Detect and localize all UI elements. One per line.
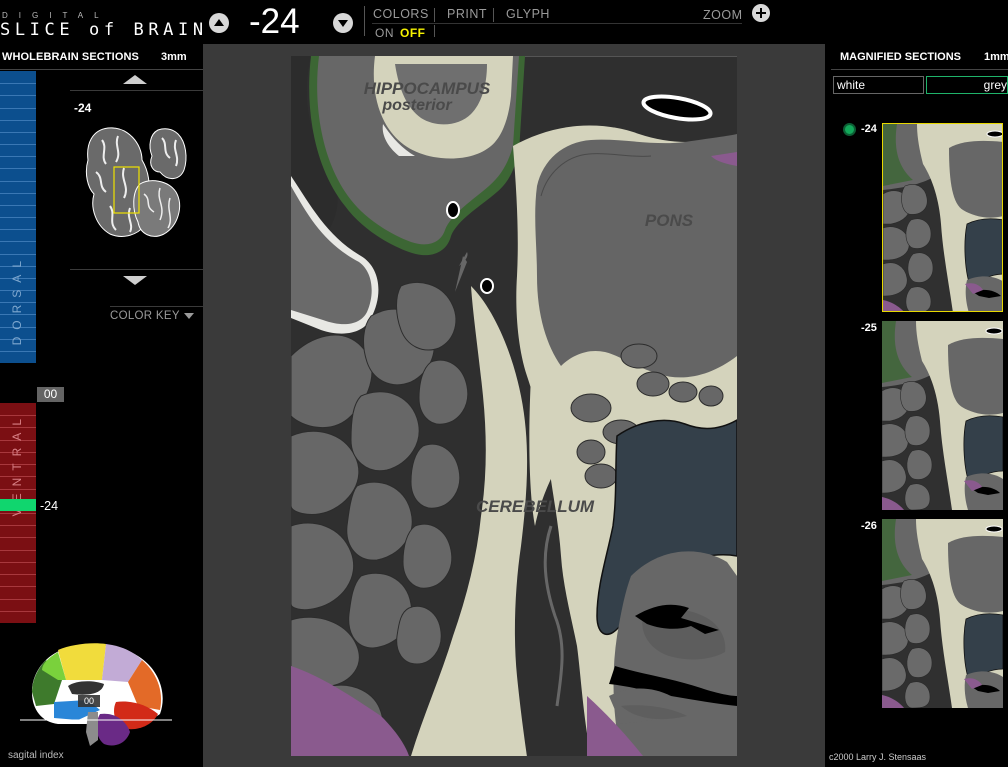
wholebrain-title: WHOLEBRAIN SECTIONS [2,51,139,63]
cerebellum-label: CEREBELLUM [476,497,595,516]
scale-tick [0,241,36,242]
scale-tick [0,525,36,526]
scale-tick [0,537,36,538]
section-number: -24 [249,2,300,41]
wholebrain-panel: WHOLEBRAIN SECTIONS 3mm -24 COLOR KEY DO… [0,44,203,767]
print-button[interactable]: PRINT [447,7,487,21]
magnified-section-number: -24 [861,123,877,135]
scale-tick [0,193,36,194]
plus-icon [756,8,766,18]
cerebellar-folium [396,605,442,665]
magnified-section-number: -26 [861,520,877,532]
chevron-down-icon [338,20,348,27]
next-section-button[interactable] [333,13,353,33]
magnified-thickness: 1mm [984,51,1008,63]
wholebrain-thickness: 3mm [161,51,187,63]
brain-section-image[interactable]: HIPPOCAMPUS posterior PONS CEREBELLUM [291,56,737,756]
scale-tick [0,562,36,563]
scale-tick [0,108,36,109]
current-section-indicator[interactable] [0,499,36,511]
scale-tick [0,83,36,84]
scale-tick [0,156,36,157]
scale-tick [0,229,36,230]
scale-tick [0,132,36,133]
wholebrain-up-arrow[interactable] [123,75,147,84]
color-key-dropdown[interactable]: COLOR KEY [110,310,194,322]
brand-title: SLICE of BRAIN [0,20,208,40]
separator [364,6,365,36]
scale-tick [0,351,36,352]
copyright: c2000 Larry J. Stensaas [829,752,927,762]
divider [70,269,203,270]
grey-matter-button[interactable]: grey [926,76,1008,94]
scale-tick [0,550,36,551]
magnified-section-thumbnail[interactable] [882,321,1003,510]
colors-on-toggle[interactable]: ON [375,26,394,40]
magnified-section-number: -25 [861,322,877,334]
caret-down-icon [183,312,194,319]
wholebrain-section-thumbnail[interactable] [80,122,192,240]
white-matter-button[interactable]: white [833,76,924,94]
hippocampus-label: HIPPOCAMPUS [364,79,491,98]
sagittal-caption: sagital index [8,750,64,761]
divider [831,69,1008,70]
dorsal-label: DORSAL [10,254,24,346]
scale-tick [0,144,36,145]
color-key-label: COLOR KEY [110,310,180,322]
scale-tick [0,586,36,587]
current-section-label: -24 [40,499,59,513]
magnified-section-thumbnail[interactable] [882,519,1003,708]
magnified-title: MAGNIFIED SECTIONS [840,51,962,63]
previous-section-button[interactable] [209,13,229,33]
magnified-section-thumbnail[interactable] [882,123,1003,312]
scale-tick [0,574,36,575]
hippocampus-sub-label: posterior [381,97,452,114]
wholebrain-down-arrow[interactable] [123,276,147,285]
zoom-button[interactable] [752,4,770,22]
scale-tick [0,205,36,206]
chevron-up-icon [214,19,224,26]
divider [0,69,203,70]
pons-label: PONS [645,211,694,230]
wholebrain-thumb-number: -24 [74,101,92,115]
scale-tick [0,95,36,96]
toolbar-divider [372,23,742,24]
separator [434,25,435,37]
magnified-section-image [882,519,1003,708]
zoom-label: ZOOM [703,8,743,22]
magnified-panel: MAGNIFIED SECTIONS 1mm white grey -24 -2… [825,44,1008,767]
zero-marker: 00 [37,387,64,402]
scale-tick [0,181,36,182]
scale-tick [0,611,36,612]
divider [110,306,203,307]
active-section-dot [843,123,856,136]
magnified-section-image [882,321,1003,510]
magnified-section-image [883,124,1002,311]
separator [434,8,435,22]
scale-tick [0,120,36,121]
colors-off-toggle[interactable]: OFF [400,26,426,40]
scale-tick [0,599,36,600]
colors-menu[interactable]: COLORS [373,7,429,21]
scale-tick [0,217,36,218]
scale-tick [0,168,36,169]
section-viewer[interactable]: HIPPOCAMPUS posterior PONS CEREBELLUM [203,44,825,767]
sagittal-index-image[interactable]: 00 [18,640,174,750]
divider [70,90,203,91]
brand-subtitle: DIGITAL [2,11,110,20]
glyph-button[interactable]: GLYPH [506,7,550,21]
top-bar: DIGITAL SLICE of BRAIN -24 COLORS PRINT … [0,0,1008,44]
separator [493,8,494,22]
sagittal-marker-label: 00 [84,696,94,706]
